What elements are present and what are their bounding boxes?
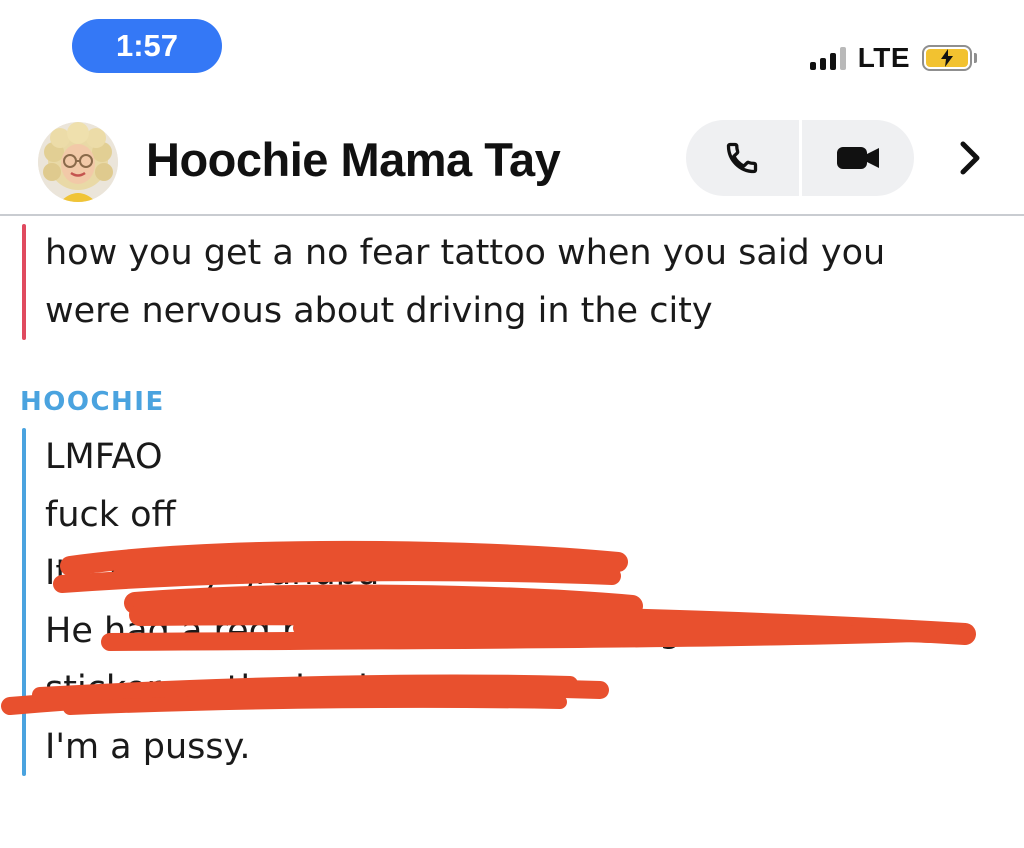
message-line[interactable]: fuck off [22, 486, 826, 544]
chat-header: Hoochie Mama Tay [0, 110, 1024, 214]
message-line[interactable]: LMFAO [22, 428, 826, 486]
video-camera-icon [836, 147, 879, 169]
message-line[interactable]: were nervous about driving in the city [22, 282, 885, 340]
message-line[interactable]: how you get a no fear tattoo when you sa… [22, 224, 885, 282]
message-line[interactable]: He had a red pickup truck with a big No … [22, 602, 826, 660]
phone-call-button[interactable] [686, 120, 799, 196]
message-accent-bar [22, 428, 26, 776]
signal-icon [809, 46, 846, 70]
video-call-button[interactable] [802, 120, 915, 196]
contact-name[interactable]: Hoochie Mama Tay [146, 132, 561, 187]
call-actions [686, 120, 914, 196]
network-type: LTE [857, 42, 910, 73]
status-indicators: LTE [809, 40, 977, 76]
message-accent-bar [22, 224, 26, 340]
bitmoji-avatar[interactable] [38, 122, 118, 202]
chevron-right-icon[interactable] [952, 138, 988, 178]
battery-charging-icon [922, 45, 977, 71]
header-divider [0, 214, 1024, 216]
message-group-hoochie: LMFAO fuck off It's for my grandpa He ha… [22, 428, 826, 776]
message-line[interactable]: It's for my grandpa [22, 544, 826, 602]
phone-icon [727, 142, 758, 174]
message-group-me: how you get a no fear tattoo when you sa… [22, 224, 885, 340]
sender-label: HOOCHIE [20, 387, 165, 417]
status-time: 1:57 [72, 19, 222, 73]
message-line[interactable]: sticker on the back [22, 660, 826, 718]
message-line[interactable]: I'm a pussy. [22, 718, 826, 776]
